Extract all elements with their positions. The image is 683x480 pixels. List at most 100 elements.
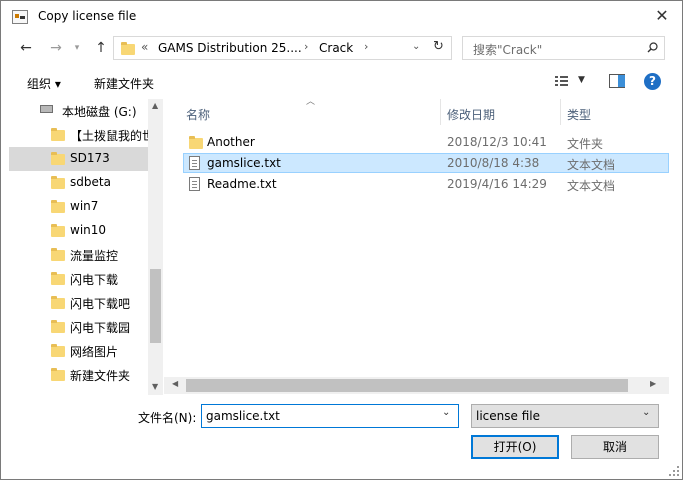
filename-field[interactable]: gamslice.txt ⌄ bbox=[201, 404, 459, 428]
folder-icon bbox=[51, 296, 65, 309]
file-list-scrollbar-thumb[interactable] bbox=[186, 379, 628, 392]
sidebar-item-label: sdbeta bbox=[70, 175, 111, 189]
up-arrow-icon[interactable]: ↑ bbox=[90, 37, 112, 59]
breadcrumb-separator-icon[interactable]: › bbox=[364, 40, 368, 53]
file-date: 2018/12/3 10:41 bbox=[447, 135, 547, 149]
sidebar-item[interactable]: win7 bbox=[9, 195, 148, 219]
address-bar[interactable]: « GAMS Distribution 25.... › Crack › ⌄ ↻ bbox=[113, 36, 452, 60]
sidebar-item-label: SD173 bbox=[70, 151, 110, 165]
column-divider[interactable] bbox=[440, 99, 441, 125]
file-date: 2019/4/16 14:29 bbox=[447, 177, 547, 191]
folder-icon bbox=[51, 320, 65, 333]
sidebar-item-label: win7 bbox=[70, 199, 99, 213]
folder-icon bbox=[189, 136, 203, 149]
dropdown-chevron-icon[interactable]: ⌄ bbox=[442, 407, 450, 418]
search-input[interactable]: 搜索"Crack" bbox=[473, 41, 542, 58]
file-name: Another bbox=[207, 135, 255, 149]
sidebar-scrollbar-thumb[interactable] bbox=[150, 269, 161, 343]
scroll-left-icon[interactable]: ◀ bbox=[172, 379, 178, 388]
recent-locations-chevron-icon[interactable]: ▾ bbox=[66, 37, 88, 59]
column-header-name[interactable]: 名称 bbox=[186, 106, 210, 132]
sidebar-scrollbar[interactable]: ▲ ▼ bbox=[148, 99, 163, 395]
breadcrumb-separator-icon[interactable]: › bbox=[304, 40, 308, 53]
cancel-button[interactable]: 取消 bbox=[571, 435, 659, 459]
sidebar-item[interactable]: sdbeta bbox=[9, 171, 148, 195]
scroll-down-icon[interactable]: ▼ bbox=[152, 382, 158, 391]
sidebar-item-label: 闪电下载 bbox=[70, 273, 119, 287]
text-file-icon bbox=[189, 177, 200, 191]
folder-icon bbox=[51, 248, 65, 261]
new-folder-button[interactable]: 新建文件夹 bbox=[94, 75, 154, 92]
folder-icon bbox=[51, 344, 65, 357]
sidebar-drive-label[interactable]: 本地磁盘 (G:) bbox=[62, 103, 137, 120]
close-button[interactable]: ✕ bbox=[649, 5, 675, 27]
forward-arrow-icon[interactable]: → bbox=[45, 37, 67, 59]
sidebar-item[interactable]: 【土拨鼠我的世 bbox=[9, 123, 148, 147]
overflow-chevron-icon[interactable]: « bbox=[141, 40, 148, 54]
sidebar-item-label: 新建文件夹 bbox=[70, 369, 131, 383]
dropdown-chevron-icon[interactable]: ⌄ bbox=[412, 41, 420, 52]
sidebar-item[interactable]: 闪电下载 bbox=[9, 267, 148, 291]
title-bar: Copy license file ✕ bbox=[1, 1, 682, 33]
folder-icon bbox=[51, 128, 65, 141]
file-name: Readme.txt bbox=[207, 177, 277, 191]
scroll-up-icon[interactable]: ▲ bbox=[152, 101, 158, 110]
search-box[interactable]: 搜索"Crack" bbox=[462, 36, 665, 60]
column-header-date[interactable]: 修改日期 bbox=[447, 106, 495, 132]
sidebar-item-label: 闪电下载园 bbox=[70, 321, 131, 335]
filename-input[interactable]: gamslice.txt bbox=[206, 409, 280, 423]
scroll-right-icon[interactable]: ▶ bbox=[650, 379, 656, 388]
sidebar-item[interactable]: win10 bbox=[9, 219, 148, 243]
sidebar-item-selected[interactable]: SD173 bbox=[9, 147, 148, 171]
sidebar-item-label: 【土拨鼠我的世 bbox=[70, 129, 148, 143]
sidebar-item[interactable]: 闪电下载吧 bbox=[9, 291, 148, 315]
text-file-icon bbox=[189, 156, 200, 170]
app-icon bbox=[12, 10, 28, 24]
preview-pane-icon[interactable] bbox=[609, 74, 625, 88]
sidebar-item-label: 网络图片 bbox=[70, 345, 119, 359]
folder-icon bbox=[51, 152, 65, 165]
folder-icon bbox=[51, 176, 65, 189]
file-type: 文件夹 bbox=[567, 137, 604, 151]
file-type: 文本文档 bbox=[567, 158, 616, 172]
view-dropdown-chevron-icon[interactable]: ▼ bbox=[578, 75, 585, 85]
sidebar-item-label: 流量监控 bbox=[70, 249, 119, 263]
folder-icon bbox=[121, 42, 135, 55]
column-divider[interactable] bbox=[560, 99, 561, 125]
help-icon[interactable]: ? bbox=[644, 73, 661, 90]
dropdown-chevron-icon[interactable]: ⌄ bbox=[642, 407, 650, 418]
sidebar-item[interactable]: 闪电下载园 bbox=[9, 315, 148, 339]
view-options-icon[interactable] bbox=[554, 74, 570, 88]
window-title: Copy license file bbox=[38, 9, 137, 23]
open-button[interactable]: 打开(O) bbox=[471, 435, 559, 459]
column-header-type[interactable]: 类型 bbox=[567, 106, 591, 132]
dialog-window: Copy license file ✕ ← → ▾ ↑ « GAMS Distr… bbox=[0, 0, 683, 480]
file-type: 文本文档 bbox=[567, 179, 616, 193]
sidebar-item[interactable]: 网络图片 bbox=[9, 339, 148, 363]
file-date: 2010/8/18 4:38 bbox=[447, 156, 540, 170]
breadcrumb-segment[interactable]: Crack bbox=[319, 41, 353, 55]
file-row[interactable]: Readme.txt 2019/4/16 14:29 文本文档 bbox=[183, 174, 669, 194]
file-row[interactable]: Another 2018/12/3 10:41 文件夹 bbox=[183, 132, 669, 152]
folder-icon bbox=[51, 272, 65, 285]
sidebar-item[interactable]: 流量监控 bbox=[9, 243, 148, 267]
back-arrow-icon[interactable]: ← bbox=[15, 37, 37, 59]
sidebar-item[interactable]: 新建文件夹 bbox=[9, 363, 148, 387]
file-type-select[interactable]: license file ⌄ bbox=[471, 404, 659, 428]
folder-icon bbox=[51, 200, 65, 213]
breadcrumb-segment[interactable]: GAMS Distribution 25.... bbox=[158, 41, 302, 55]
navigation-pane: 本地磁盘 (G:) 【土拨鼠我的世 SD173 sdbeta win7 win1… bbox=[9, 99, 163, 395]
organize-button[interactable]: 组织 ▾ bbox=[27, 75, 61, 92]
file-row-selected[interactable]: gamslice.txt 2010/8/18 4:38 文本文档 bbox=[183, 153, 669, 173]
refresh-icon[interactable]: ↻ bbox=[433, 39, 444, 54]
sidebar-item-label: 闪电下载吧 bbox=[70, 297, 131, 311]
filename-label: 文件名(N): bbox=[138, 411, 197, 425]
file-name: gamslice.txt bbox=[207, 156, 281, 170]
resize-grip-icon[interactable] bbox=[668, 465, 680, 477]
file-type-filter-value: license file bbox=[476, 409, 540, 423]
drive-icon bbox=[40, 105, 53, 113]
folder-icon bbox=[51, 224, 65, 237]
search-icon bbox=[647, 42, 658, 53]
sidebar-item-label: win10 bbox=[70, 223, 107, 237]
sort-chevron-icon: ︿ bbox=[306, 97, 316, 107]
